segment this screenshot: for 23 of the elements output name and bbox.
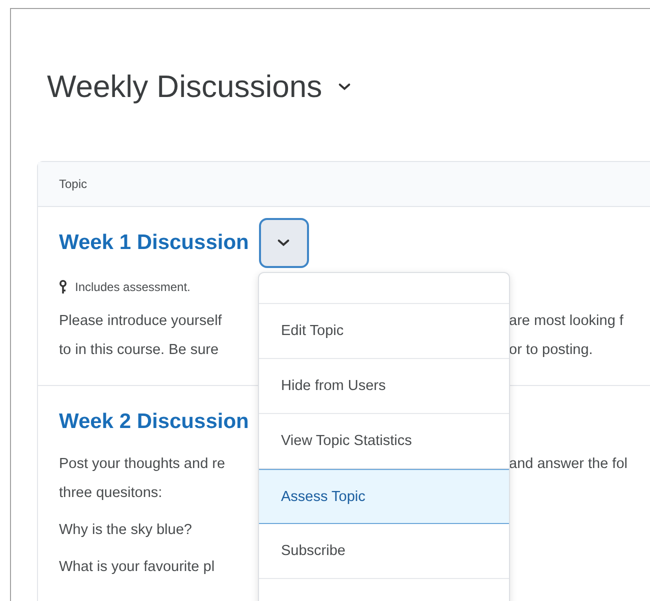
description-text: What is your favourite pl <box>59 558 216 577</box>
menu-item[interactable]: Assess Topic <box>259 469 509 524</box>
menu-button[interactable] <box>258 218 309 268</box>
description-text: and answer the fol <box>509 455 628 474</box>
topic-link[interactable]: Week 2 Discussion <box>59 410 249 434</box>
key-icon <box>59 280 67 294</box>
description-text: Why is the sky blue? <box>59 521 193 540</box>
description-text: Please introduce yourself <box>59 312 223 331</box>
description-text: are most looking f <box>509 312 624 331</box>
page-title: Weekly Discussions <box>47 69 322 105</box>
menu-item[interactable]: View Topic Statistics <box>259 414 509 469</box>
menu-item[interactable]: Hide from Users <box>259 359 509 414</box>
description-text: three quesitons: <box>59 484 164 503</box>
assessment-note: Includes assessment. <box>75 280 190 294</box>
chevron-down-icon <box>277 239 290 247</box>
topic-link[interactable]: Week 1 Discussion <box>59 231 249 255</box>
menu-item[interactable]: Edit Topic <box>259 304 509 359</box>
chevron-down-icon <box>338 83 352 91</box>
column-header: Topic <box>38 162 650 207</box>
description-text: or to posting. <box>509 341 594 360</box>
menu-item[interactable]: Subscribe <box>259 524 509 579</box>
description-text: to in this course. Be sure <box>59 341 220 360</box>
description-text: Post your thoughts and re <box>59 455 226 474</box>
